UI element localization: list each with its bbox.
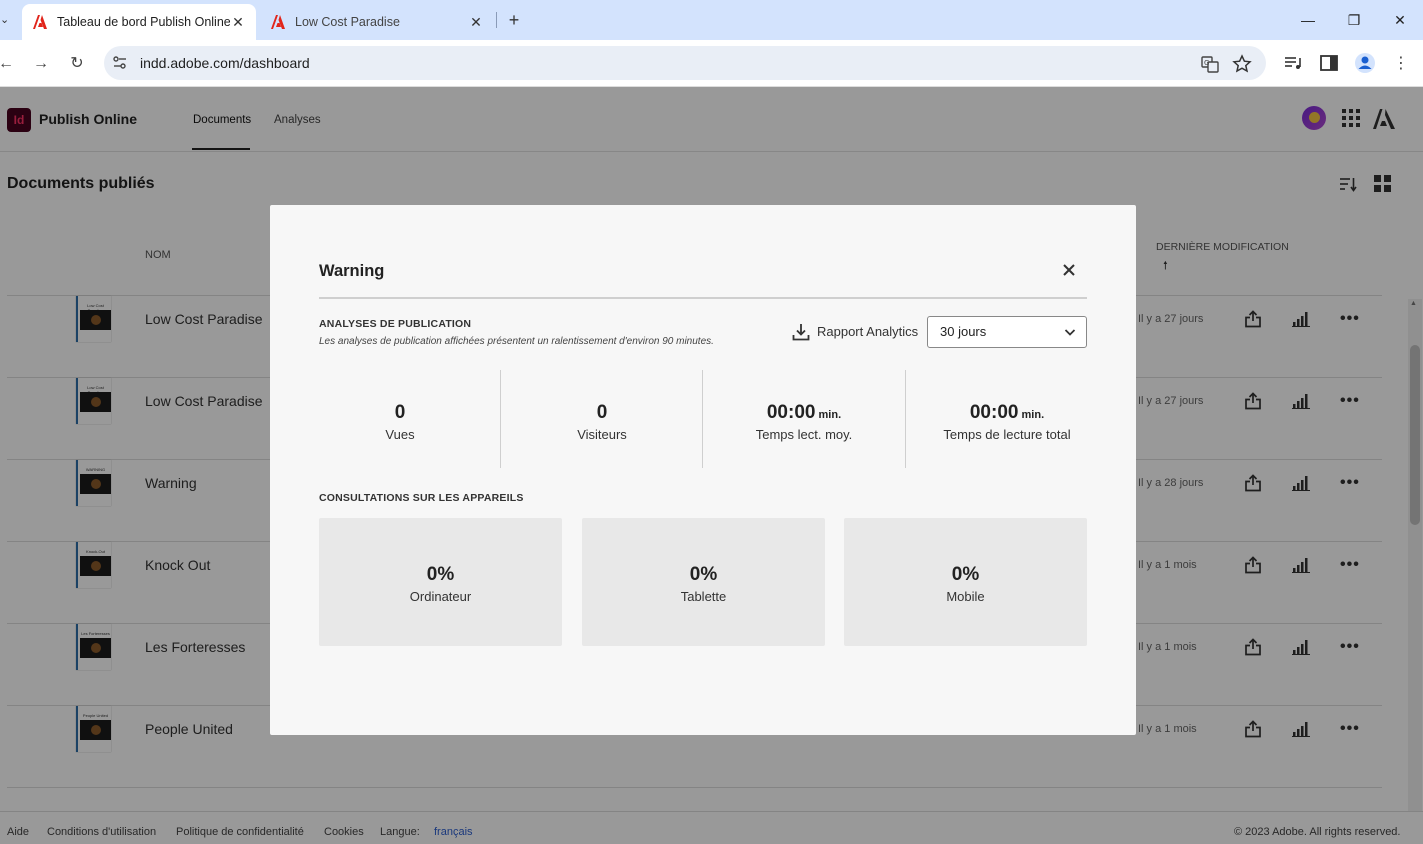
address-toolbar: ← → ↻ indd.adobe.com/dashboard G ⋮ — [0, 40, 1423, 87]
stat-card: 00:00 min. Temps de lecture total — [906, 370, 1108, 468]
stat-label: Temps lect. moy. — [755, 427, 853, 442]
tab-separator — [496, 12, 497, 28]
stat-value: 00:00 min. — [906, 402, 1108, 424]
stat-card: 00:00 min. Temps lect. moy. — [703, 370, 905, 468]
site-info-icon[interactable] — [112, 55, 128, 71]
restore-icon[interactable]: ❐ — [1331, 0, 1377, 40]
device-card: 0% Mobile — [844, 518, 1087, 646]
stat-label: Vues — [385, 427, 415, 442]
stat-divider — [500, 370, 501, 468]
stat-label: Visiteurs — [577, 427, 627, 442]
close-icon[interactable] — [1061, 262, 1077, 278]
window-close-icon[interactable]: ✕ — [1377, 0, 1423, 40]
dialog-divider — [319, 297, 1087, 299]
stat-divider — [905, 370, 906, 468]
stat-value: 0 — [299, 402, 501, 424]
dialog-title: Warning — [319, 262, 385, 280]
forward-icon[interactable]: → — [27, 50, 55, 78]
period-select-value: 30 jours — [940, 324, 987, 339]
browser-menu-icon[interactable]: ⋮ — [1387, 50, 1415, 78]
download-icon[interactable] — [792, 323, 810, 341]
tab-search-chevron-icon[interactable]: ⌄ — [0, 8, 12, 32]
url-text: indd.adobe.com/dashboard — [140, 55, 310, 71]
stat-unit: min. — [1018, 409, 1045, 421]
stat-divider — [702, 370, 703, 468]
side-panel-icon[interactable] — [1318, 52, 1340, 74]
tab-title: Low Cost Paradise — [295, 15, 400, 29]
new-tab-icon[interactable]: + — [503, 8, 525, 32]
analytics-report-button[interactable]: Rapport Analytics — [817, 324, 918, 339]
tab-close-icon[interactable]: ✕ — [230, 14, 246, 31]
adobe-icon — [271, 15, 285, 29]
stat-number: 0 — [596, 402, 608, 423]
stat-number: 00:00 — [766, 402, 816, 423]
stat-number: 00:00 — [969, 402, 1019, 423]
adobe-icon — [33, 15, 47, 29]
stat-value: 00:00 min. — [703, 402, 905, 424]
device-label: Mobile — [946, 589, 985, 604]
browser-tab-low-cost-paradise[interactable]: Low Cost Paradise ✕ — [260, 4, 494, 40]
reload-icon[interactable]: ↻ — [63, 50, 91, 78]
device-percent: 0% — [689, 564, 718, 585]
chevron-down-icon — [1064, 329, 1076, 336]
tab-close-icon[interactable]: ✕ — [468, 14, 484, 31]
stat-card: 0 Vues — [299, 370, 501, 468]
device-percent: 0% — [426, 564, 455, 585]
stat-card: 0 Visiteurs — [501, 370, 703, 468]
analytics-note: Les analyses de publication affichées pr… — [319, 336, 714, 347]
browser-tab-bar: ⌄ Tableau de bord Publish Online ✕ Low C… — [0, 0, 1423, 40]
translate-icon[interactable]: G — [1200, 54, 1220, 74]
stat-unit: min. — [815, 409, 842, 421]
device-card: 0% Tablette — [582, 518, 825, 646]
stat-label: Temps de lecture total — [943, 427, 1071, 442]
minimize-icon[interactable]: — — [1285, 0, 1331, 40]
browser-tab-dashboard[interactable]: Tableau de bord Publish Online ✕ — [22, 4, 256, 40]
analytics-dialog: Warning ANALYSES DE PUBLICATION Les anal… — [270, 205, 1136, 735]
device-label: Tablette — [680, 589, 727, 604]
url-bar[interactable]: indd.adobe.com/dashboard G — [104, 46, 1266, 80]
device-label: Ordinateur — [409, 589, 472, 604]
profile-icon[interactable] — [1354, 52, 1376, 74]
period-select[interactable]: 30 jours — [927, 316, 1087, 348]
stat-value: 0 — [501, 402, 703, 424]
bookmark-star-icon[interactable] — [1232, 54, 1252, 74]
analytics-heading: ANALYSES DE PUBLICATION — [319, 318, 472, 330]
stat-number: 0 — [394, 402, 406, 423]
devices-heading: CONSULTATIONS SUR LES APPAREILS — [319, 492, 524, 504]
back-icon[interactable]: ← — [0, 50, 20, 78]
media-control-icon[interactable] — [1282, 52, 1304, 74]
svg-text:G: G — [1204, 59, 1209, 67]
device-percent: 0% — [951, 564, 980, 585]
tab-title: Tableau de bord Publish Online — [57, 15, 230, 29]
device-card: 0% Ordinateur — [319, 518, 562, 646]
